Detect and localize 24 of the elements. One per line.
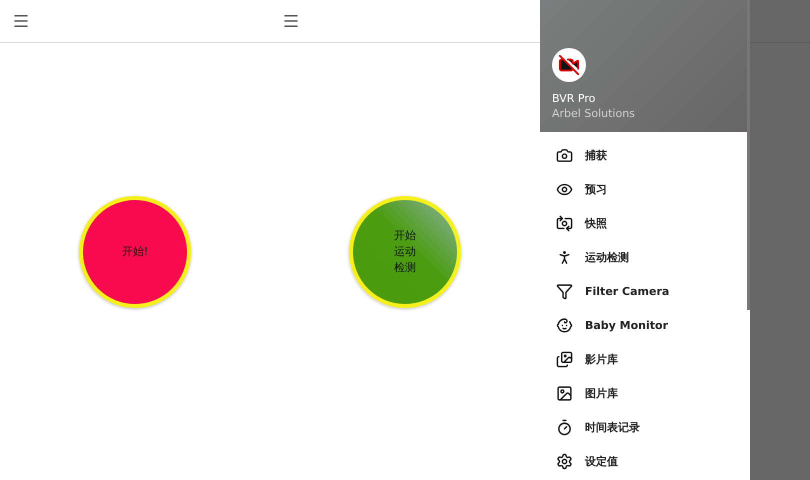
drawer-item-label: 捕获 (585, 148, 607, 162)
drawer-item[interactable]: Baby Monitor (540, 308, 750, 342)
drawer-item-label: 运动检测 (585, 250, 629, 264)
drawer-item-label: Baby Monitor (585, 318, 668, 332)
drawer-item-label: Filter Camera (585, 284, 670, 298)
drawer-item[interactable]: 图片库 (540, 376, 750, 410)
drawer-item-label: 时间表记录 (585, 420, 640, 434)
drawer-item-label: 预习 (585, 182, 607, 196)
drawer-item-label: 图片库 (585, 386, 618, 400)
start-motion-detection-button[interactable]: 开始运动检测 (349, 196, 461, 308)
drawer-item[interactable]: 时间表记录 (540, 410, 750, 444)
developer-name: Arbel Solutions (552, 107, 636, 120)
drawer-item[interactable]: 预习 (540, 172, 750, 206)
drawer-item[interactable]: 运动检测 (540, 240, 750, 274)
drawer-item[interactable]: Filter Camera (540, 274, 750, 308)
drawer-item-label: 影片库 (585, 352, 618, 366)
drawer-item[interactable]: 捕获 (540, 138, 750, 172)
drawer-item-label: 设定值 (585, 454, 618, 468)
drawer-item-label: 快照 (585, 216, 607, 230)
start-button[interactable]: 开始! (79, 196, 191, 308)
drawer-item[interactable]: 快照 (540, 206, 750, 240)
drawer-item[interactable]: 影片库 (540, 342, 750, 376)
app-name: BVR Pro (552, 92, 596, 105)
drawer-item[interactable]: 设定值 (540, 444, 750, 478)
